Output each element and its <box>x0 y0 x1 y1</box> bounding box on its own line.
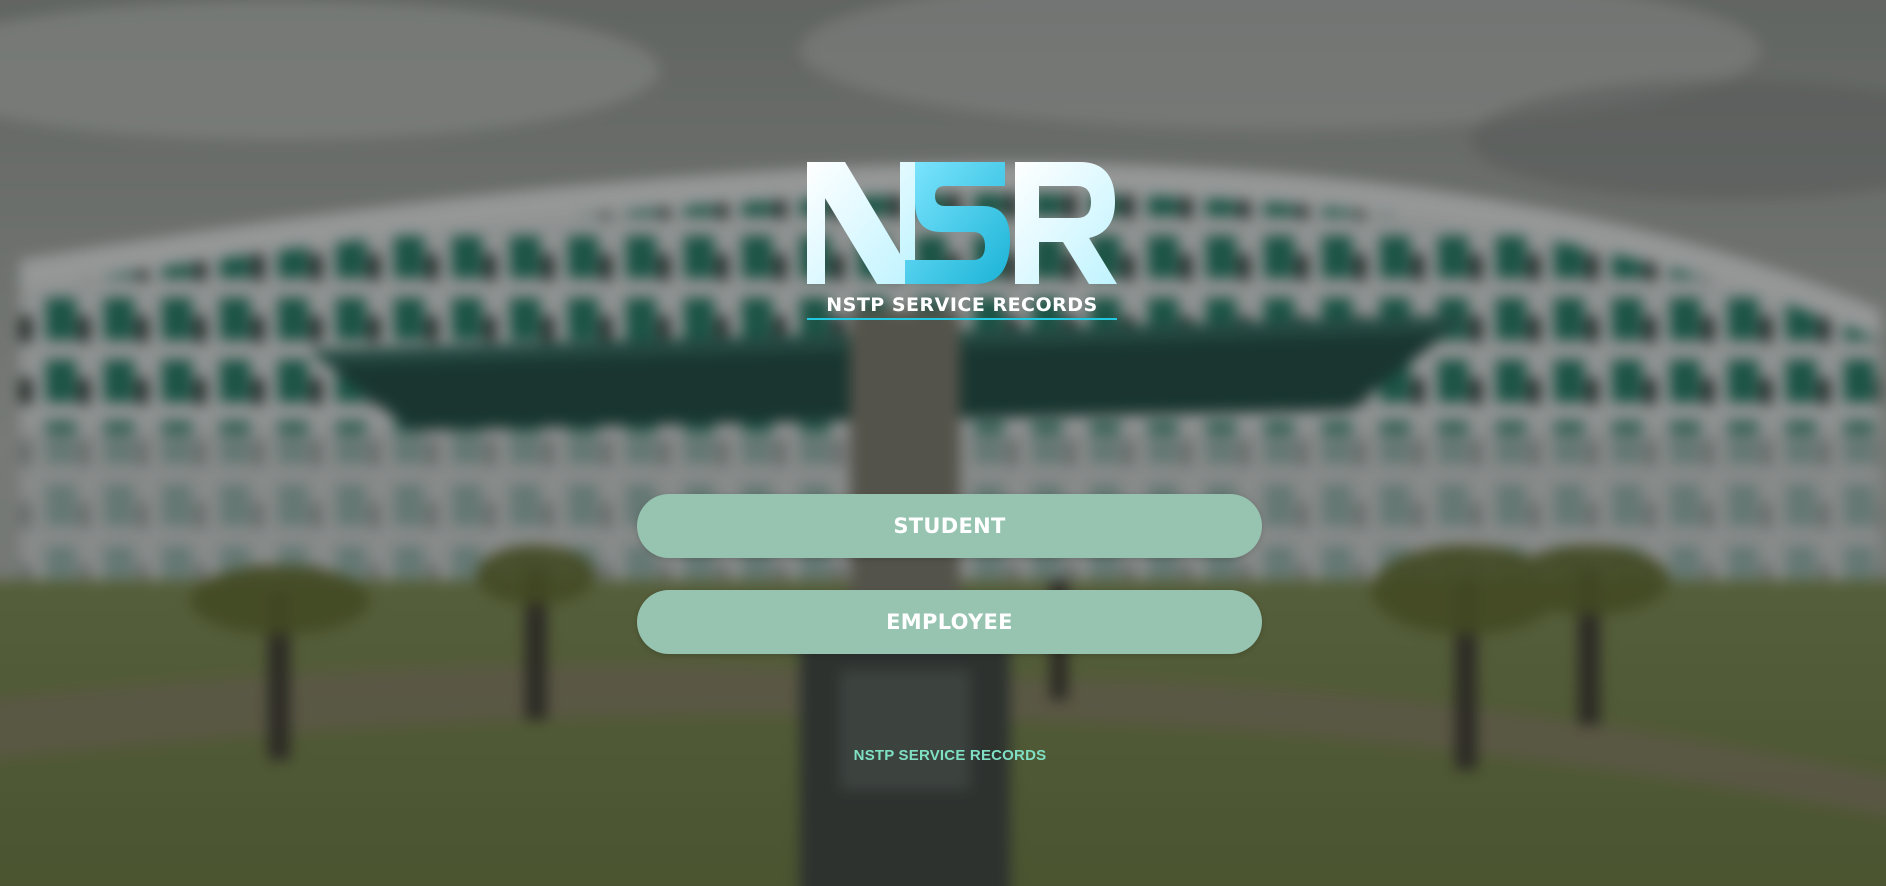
footer-app-name: NSTP SERVICE RECORDS <box>853 747 1047 764</box>
student-button[interactable]: STUDENT <box>637 494 1262 558</box>
logo-tagline: NSTP SERVICE RECORDS <box>826 294 1097 316</box>
employee-button[interactable]: EMPLOYEE <box>637 590 1262 654</box>
login-page: NSTP SERVICE RECORDS STUDENT EMPLOYEE NS… <box>0 0 1886 886</box>
nsr-logo: NSTP SERVICE RECORDS <box>807 162 1117 320</box>
